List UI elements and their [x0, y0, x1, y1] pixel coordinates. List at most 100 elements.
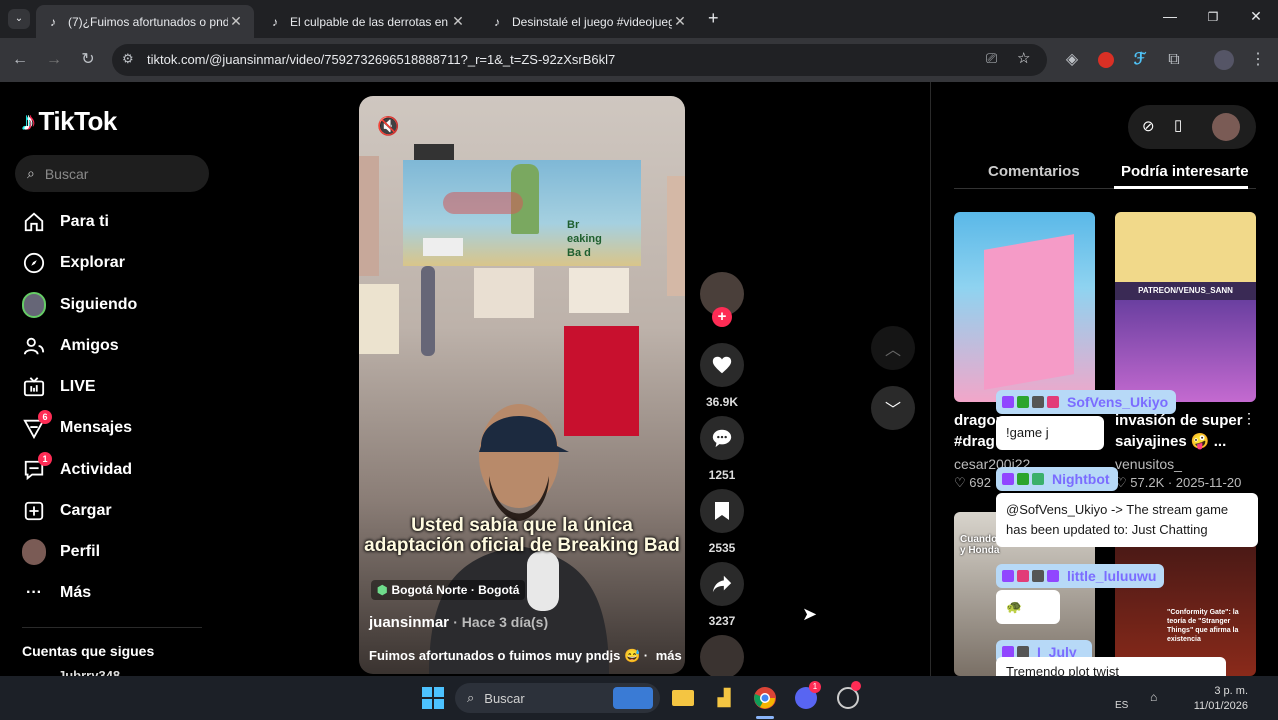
extension-red-icon[interactable]	[1098, 52, 1114, 68]
close-window-icon[interactable]: ✕	[1246, 8, 1266, 25]
video-author[interactable]: juansinmar · Hace 3 día(s)	[369, 614, 548, 631]
address-bar[interactable]: ⚙ tiktok.com/@juansinmar/video/759273269…	[112, 44, 1047, 76]
browser-tab-2[interactable]: ♪ El culpable de las derrotas en C ✕	[258, 5, 476, 38]
browser-toolbar: ← → ↻ ⚙ tiktok.com/@juansinmar/video/759…	[0, 38, 1278, 82]
sound-disc-button[interactable]	[700, 635, 744, 679]
taskbar-clock[interactable]: 3 p. m. 11/01/2026	[1194, 684, 1248, 714]
nav-item-mensajes[interactable]: 6 Mensajes	[22, 410, 132, 443]
nav-item-cargar[interactable]: Cargar	[22, 496, 112, 526]
card-author[interactable]: venusitos_	[1115, 456, 1182, 472]
bookmark-star-icon[interactable]: ☆	[1017, 49, 1030, 67]
chat-badge-icon	[1017, 570, 1029, 582]
extension-translate-icon[interactable]: ℱ	[1130, 50, 1150, 70]
following-account-item[interactable]: Jubrry348	[26, 668, 120, 676]
tiktok-logo[interactable]: ♪ TikTok	[22, 106, 117, 137]
file-explorer-icon[interactable]	[670, 685, 696, 711]
minimize-icon[interactable]: —	[1160, 8, 1180, 24]
search-icon: ⌕	[467, 690, 475, 705]
chat-message: 🐢	[996, 590, 1060, 624]
tab-title: El culpable de las derrotas en C	[290, 14, 450, 29]
nav-item-para-ti[interactable]: Para ti	[22, 207, 109, 237]
close-tab-icon[interactable]: ✕	[672, 13, 688, 30]
new-tab-button[interactable]: +	[708, 8, 719, 29]
video-description: Fuimos afortunados o fuimos muy pndjs 😅 …	[369, 648, 682, 664]
creator-avatar-button[interactable]: +	[700, 272, 744, 327]
browser-tab-strip: ⌄ ♪ (7)¿Fuimos afortunados o pndjs ✕ ♪ E…	[0, 0, 1278, 38]
close-tab-icon[interactable]: ✕	[450, 13, 466, 30]
network-icon[interactable]: ⌂	[1150, 690, 1157, 704]
next-video-button[interactable]: ﹀	[871, 386, 915, 430]
browser-tab-1[interactable]: ♪ (7)¿Fuimos afortunados o pndjs ✕	[36, 5, 254, 38]
nav-item-siguiendo[interactable]: Siguiendo	[22, 290, 137, 320]
tiktok-favicon-icon: ♪	[272, 14, 278, 29]
comment-button[interactable]: 1251	[700, 416, 744, 482]
language-indicator[interactable]: ES	[1115, 700, 1128, 711]
browser-tab-3[interactable]: ♪ Desinstalé el juego #videojuego ✕	[480, 5, 698, 38]
card-title-line: #drag	[954, 433, 995, 450]
nav-item-actividad[interactable]: 1 Actividad	[22, 452, 132, 485]
chat-username-badge: little_luluuwu	[996, 564, 1165, 588]
app-icon[interactable]: ▟	[711, 685, 737, 711]
chrome-icon[interactable]	[752, 685, 778, 711]
chat-badge-icon	[1017, 396, 1029, 408]
windows-start-icon[interactable]	[420, 685, 446, 711]
comment-icon	[700, 416, 744, 460]
chat-badge-icon	[1002, 396, 1014, 408]
app-settings-icon[interactable]	[835, 681, 861, 711]
taskbar-search-label: Buscar	[484, 690, 525, 706]
more-icon: ···	[26, 584, 42, 601]
reload-icon[interactable]: ↻	[78, 50, 98, 70]
poster-title: Br eaking Ba d	[567, 219, 602, 259]
share-button[interactable]: 3237	[700, 562, 744, 628]
nav-label: Más	[60, 584, 92, 601]
tab-search-button[interactable]: ⌄	[8, 9, 30, 29]
anime-thumb	[1115, 212, 1256, 282]
restore-icon[interactable]: ❐	[1203, 10, 1223, 24]
card-title-line: invasión de super	[1115, 412, 1243, 429]
explore-compass-icon[interactable]: ⊘	[1142, 117, 1155, 135]
nav-item-mas[interactable]: ··· Más	[22, 578, 91, 608]
poster-rv	[423, 238, 463, 256]
poster-caption: PATREON/VENUS_SANN	[1138, 286, 1233, 295]
previous-video-button[interactable]: ︿	[871, 326, 915, 370]
user-avatar[interactable]	[1212, 113, 1240, 141]
active-app-indicator	[756, 716, 774, 719]
nav-item-amigos[interactable]: Amigos	[22, 331, 119, 361]
device-icon[interactable]: ▯	[1174, 116, 1182, 134]
extensions-puzzle-icon[interactable]: ⧉	[1164, 50, 1184, 70]
site-info-icon[interactable]: ⚙	[122, 51, 134, 67]
tab-podria-interesarte[interactable]: Podría interesarte	[1121, 163, 1249, 180]
more-link[interactable]: más	[656, 648, 682, 663]
poster-side	[359, 284, 399, 354]
tab-comentarios[interactable]: Comentarios	[988, 163, 1080, 180]
following-account-name: Jubrry348	[58, 668, 121, 676]
panel-divider	[930, 82, 931, 676]
close-tab-icon[interactable]: ✕	[228, 13, 244, 30]
poster-tecnico	[474, 268, 534, 318]
save-button[interactable]: 2535	[700, 489, 744, 555]
like-button[interactable]: 36.9K	[700, 343, 744, 409]
following-avatar-icon	[22, 292, 46, 318]
card-menu-icon[interactable]: ⋮	[1242, 410, 1256, 427]
location-tag[interactable]: ⬢ Bogotá Norte · Bogotá	[371, 580, 526, 600]
extension-icon[interactable]: ◈	[1062, 50, 1082, 70]
video-player[interactable]: Br eaking Ba d 🔇 Usted sabía que la únic…	[359, 96, 685, 674]
browser-menu-icon[interactable]: ⋮	[1248, 50, 1268, 70]
nav-item-live[interactable]: LIVE	[22, 372, 96, 402]
follow-plus-icon[interactable]: +	[712, 307, 732, 327]
browser-profile-avatar[interactable]	[1214, 50, 1234, 70]
nav-item-perfil[interactable]: Perfil	[22, 537, 100, 567]
forward-icon[interactable]: →	[44, 50, 64, 70]
taskbar-search[interactable]: ⌕ Buscar	[455, 683, 660, 713]
install-app-icon[interactable]: ⎚	[986, 50, 997, 67]
search-input[interactable]: ⌕ Buscar	[15, 155, 209, 192]
nav-label: Amigos	[60, 337, 119, 354]
location-pin-icon: ⬢	[377, 583, 388, 597]
mute-icon[interactable]: 🔇	[377, 116, 399, 137]
back-icon[interactable]: ←	[10, 50, 30, 70]
nav-item-explorar[interactable]: Explorar	[22, 248, 125, 278]
card-title[interactable]: invasión de super saiyajines 🤪 ...	[1115, 410, 1243, 452]
discord-icon[interactable]: 1	[793, 681, 821, 711]
suggested-video-card[interactable]	[954, 212, 1095, 402]
suggested-video-card[interactable]: PATREON/VENUS_SANN	[1115, 212, 1256, 402]
